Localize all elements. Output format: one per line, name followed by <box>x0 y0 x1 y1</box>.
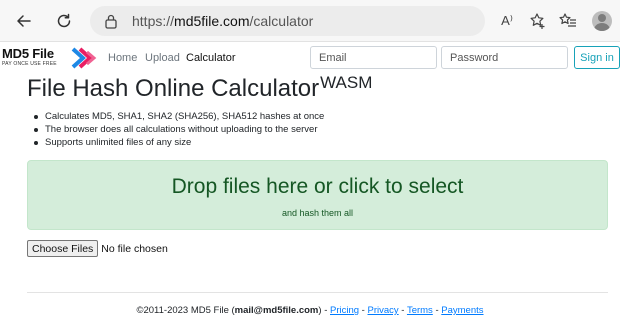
read-aloud-icon: A⁾ <box>501 13 513 28</box>
footer-separator: - <box>359 305 368 316</box>
star-add-icon <box>530 13 545 29</box>
footer-email: mail@md5file.com <box>234 305 319 316</box>
sign-in-button[interactable]: Sign in <box>574 46 620 69</box>
site-logo[interactable]: MD5 File PAY ONCE USE FREE <box>2 46 102 70</box>
file-status-text: No file chosen <box>101 242 168 255</box>
refresh-icon <box>57 13 71 28</box>
feature-list: Calculates MD5, SHA1, SHA2 (SHA256), SHA… <box>34 110 324 149</box>
footer-link-payments[interactable]: Payments <box>441 305 483 316</box>
email-field-wrapper <box>310 46 437 69</box>
favorites-button[interactable] <box>557 10 579 32</box>
file-input: Choose Files No file chosen <box>27 240 168 257</box>
footer-separator: - <box>432 305 442 316</box>
site-navbar: MD5 File PAY ONCE USE FREE Home Upload C… <box>0 43 620 73</box>
file-dropzone[interactable]: Drop files here or click to select and h… <box>27 160 608 230</box>
title-superscript: WASM <box>320 73 373 92</box>
footer-link-pricing[interactable]: Pricing <box>330 305 359 316</box>
brand-tagline: PAY ONCE USE FREE <box>2 61 57 67</box>
logo-chevron-icon <box>71 47 97 69</box>
brand-name: MD5 File <box>2 46 54 61</box>
back-button[interactable] <box>12 9 36 33</box>
feature-item: Supports unlimited files of any size <box>34 136 324 149</box>
page-title: File Hash Online CalculatorWASM <box>27 73 373 102</box>
footer-copyright: ©2011-2023 MD5 File ( <box>136 305 235 316</box>
read-aloud-button[interactable]: A⁾ <box>496 10 518 32</box>
choose-files-button[interactable]: Choose Files <box>27 240 99 257</box>
footer-separator: - <box>398 305 407 316</box>
url-text: https://md5file.com/calculator <box>132 13 314 29</box>
profile-avatar[interactable] <box>592 11 612 31</box>
nav-link-calculator[interactable]: Calculator <box>186 52 236 64</box>
password-field-wrapper <box>441 46 568 69</box>
footer-divider <box>27 292 608 293</box>
nav-link-upload[interactable]: Upload <box>145 52 180 64</box>
favorites-icon <box>559 13 576 27</box>
address-bar[interactable]: https://md5file.com/calculator <box>90 6 485 36</box>
page-footer: ©2011-2023 MD5 File (mail@md5file.com) -… <box>0 305 620 316</box>
feature-item: The browser does all calculations withou… <box>34 123 324 136</box>
back-arrow-icon <box>17 15 31 27</box>
browser-toolbar: https://md5file.com/calculator A⁾ <box>0 0 620 42</box>
dropzone-title: Drop files here or click to select <box>171 175 464 198</box>
feature-item: Calculates MD5, SHA1, SHA2 (SHA256), SHA… <box>34 110 324 123</box>
footer-link-terms[interactable]: Terms <box>407 305 433 316</box>
password-field[interactable] <box>442 47 567 68</box>
lock-icon <box>105 14 117 29</box>
refresh-button[interactable] <box>52 9 76 33</box>
nav-link-home[interactable]: Home <box>108 52 137 64</box>
email-field[interactable] <box>311 47 436 68</box>
footer-link-privacy[interactable]: Privacy <box>368 305 399 316</box>
footer-separator: ) - <box>318 305 330 316</box>
dropzone-subtitle: and hash them all <box>281 208 354 218</box>
add-favorite-button[interactable] <box>527 10 549 32</box>
